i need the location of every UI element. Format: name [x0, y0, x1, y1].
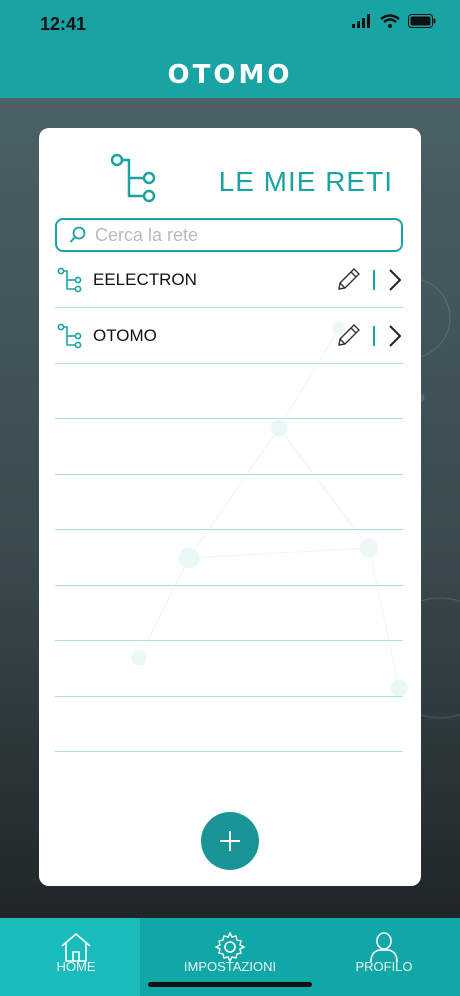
empty-row-divider: [55, 640, 403, 641]
tab-label: HOME: [56, 959, 96, 974]
network-tree-icon: [110, 153, 156, 203]
search-input[interactable]: [95, 224, 385, 246]
search-box[interactable]: [55, 218, 403, 252]
page-title: LE MIE RETI: [218, 166, 393, 197]
app-header: 12:41 OTOMO: [0, 0, 460, 98]
plus-icon: [220, 831, 240, 851]
wifi-icon: [380, 14, 400, 28]
network-name: OTOMO: [93, 325, 157, 345]
empty-row-divider: [55, 696, 403, 697]
search-icon: [69, 226, 86, 243]
add-network-button[interactable]: [201, 812, 259, 870]
network-tree-icon: [57, 267, 82, 292]
network-tree-icon: [57, 323, 82, 348]
tab-label: IMPOSTAZIONI: [183, 959, 277, 974]
edit-pencil-icon[interactable]: [335, 267, 361, 293]
signal-icon: [352, 14, 370, 28]
edit-pencil-icon[interactable]: [335, 323, 361, 349]
separator: [373, 269, 375, 290]
chevron-right-icon[interactable]: [387, 268, 403, 292]
empty-row-divider: [55, 751, 403, 752]
network-name: EELECTRON: [93, 269, 197, 289]
networks-card: LE MIE RETI EELECTRON: [39, 128, 421, 886]
separator: [373, 325, 375, 346]
empty-row-divider: [55, 474, 403, 475]
brand-logo: OTOMO: [167, 60, 293, 90]
chevron-right-icon[interactable]: [387, 324, 403, 348]
home-indicator: [148, 982, 312, 987]
tab-home[interactable]: HOME: [40, 918, 112, 974]
tab-settings[interactable]: IMPOSTAZIONI: [180, 918, 280, 974]
empty-row-divider: [55, 585, 403, 586]
battery-icon: [408, 14, 436, 28]
empty-row-divider: [55, 529, 403, 530]
network-row[interactable]: OTOMO: [55, 308, 403, 364]
empty-row-divider: [55, 418, 403, 419]
status-time: 12:41: [40, 14, 87, 34]
tab-label: PROFILO: [355, 959, 413, 974]
network-row[interactable]: EELECTRON: [55, 252, 403, 308]
tab-profile[interactable]: PROFILO: [348, 918, 420, 974]
status-icons: [352, 14, 436, 28]
